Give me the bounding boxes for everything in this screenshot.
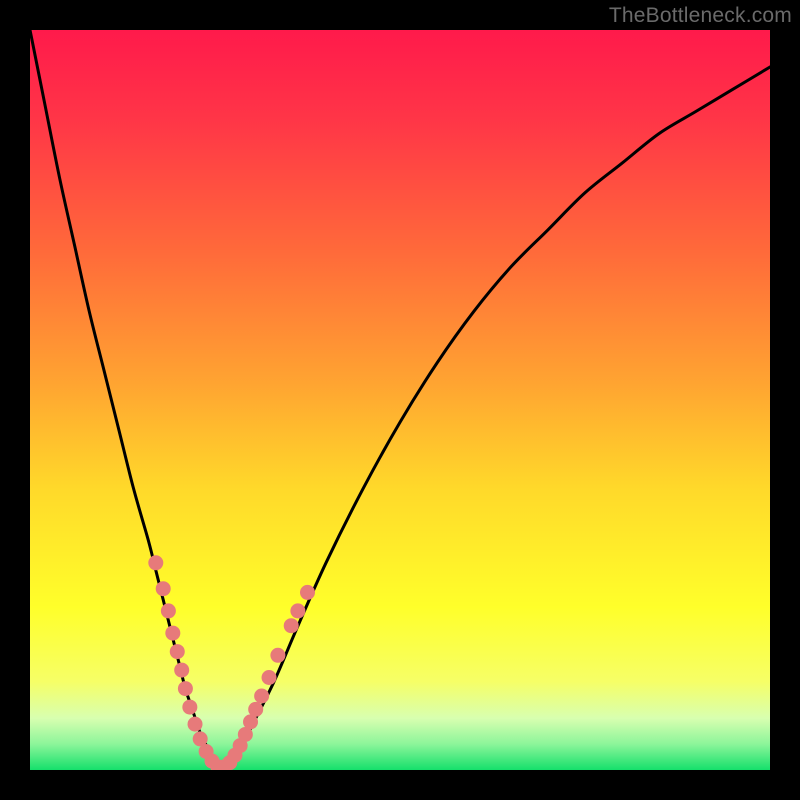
data-point — [170, 644, 185, 659]
data-point — [262, 670, 277, 685]
data-point — [165, 626, 180, 641]
data-point — [248, 702, 263, 717]
curve-layer — [30, 30, 770, 770]
data-point — [148, 555, 163, 570]
data-point — [284, 618, 299, 633]
data-point — [182, 700, 197, 715]
highlighted-points — [148, 555, 315, 770]
data-point — [188, 717, 203, 732]
data-point — [254, 689, 269, 704]
data-point — [174, 663, 189, 678]
data-point — [270, 648, 285, 663]
data-point — [290, 603, 305, 618]
chart-frame: TheBottleneck.com — [0, 0, 800, 800]
plot-area — [30, 30, 770, 770]
watermark-text: TheBottleneck.com — [609, 4, 792, 28]
data-point — [300, 585, 315, 600]
data-point — [156, 581, 171, 596]
data-point — [161, 603, 176, 618]
bottleneck-curve — [30, 30, 770, 770]
data-point — [178, 681, 193, 696]
